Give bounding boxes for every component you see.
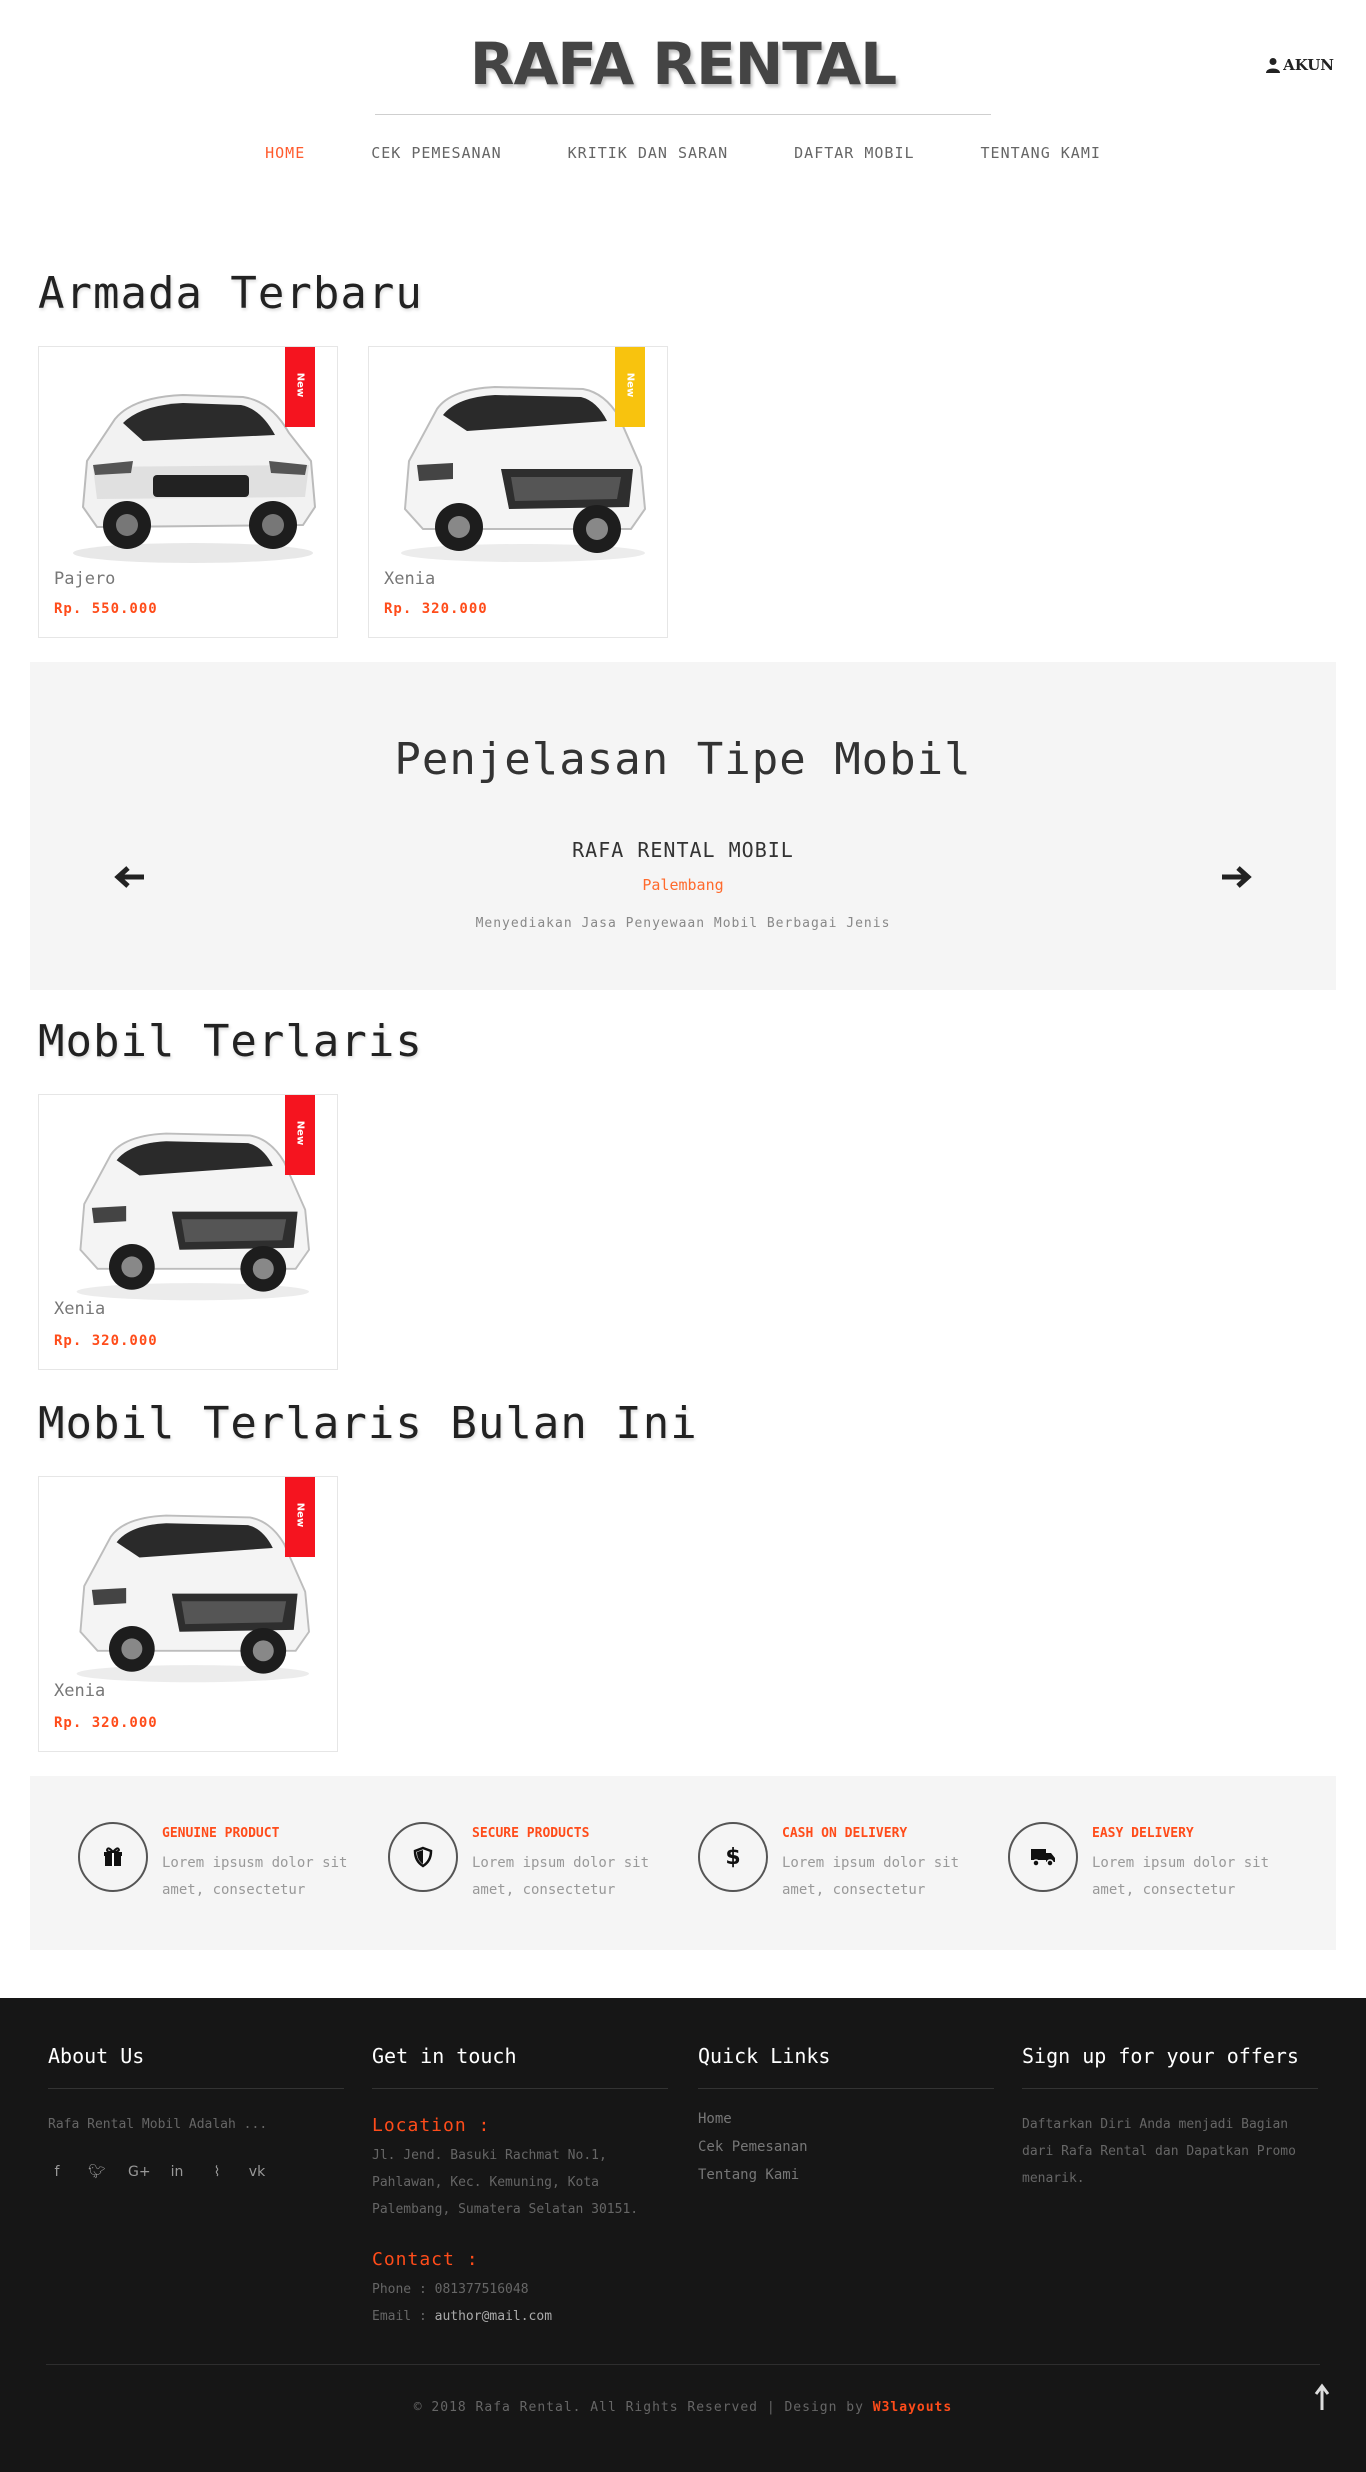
user-icon [1266, 58, 1281, 73]
footer-signup-title: Sign up for your offers [1022, 2044, 1318, 2089]
product-card-pajero[interactable]: New Pajero Rp. 550.000 [38, 346, 338, 638]
account-link[interactable]: AKUN [1265, 56, 1334, 74]
copyright-text: © 2018 Rafa Rental. All Rights Reserved … [413, 2400, 873, 2415]
facebook-icon[interactable]: f [48, 2164, 66, 2180]
footer-signup-text: Daftarkan Diri Anda menjadi Bagian dari … [1022, 2117, 1296, 2186]
social-links: f 🐦︎ G+ in ⌇ vk [48, 2164, 344, 2180]
site-brand[interactable]: RAFA RENTAL [0, 30, 1366, 98]
email-prefix: Email : [372, 2309, 435, 2324]
arrow-up-icon[interactable] [1312, 2382, 1332, 2412]
car-name: Xenia [54, 1299, 106, 1319]
site-footer: About Us Rafa Rental Mobil Adalah ... f … [0, 1998, 1366, 2472]
product-card-terlaris-bulan-xenia[interactable]: New Xenia Rp. 320.000 [38, 1476, 338, 1752]
copyright: © 2018 Rafa Rental. All Rights Reserved … [0, 2400, 1366, 2415]
footer-link-cek-pemesanan[interactable]: Cek Pemesanan [698, 2139, 994, 2155]
terlaris-bulan-title: Mobil Terlaris Bulan Ini [38, 1398, 698, 1449]
main-nav: HOME CEK PEMESANAN KRITIK DAN SARAN DAFT… [0, 144, 1366, 162]
new-badge: New [615, 347, 645, 427]
gift-icon [78, 1822, 148, 1892]
shield-icon [388, 1822, 458, 1892]
new-badge: New [285, 1477, 315, 1557]
phone-text: Phone : 081377516048 [372, 2282, 529, 2297]
site-header: RAFA RENTAL AKUN HOME CEK PEMESANAN KRIT… [0, 0, 1366, 190]
footer-contact: Get in touch Location : Jl. Jend. Basuki… [372, 2044, 668, 2330]
nav-home[interactable]: HOME [232, 144, 338, 162]
armada-title: Armada Terbaru [38, 268, 423, 319]
product-card-xenia[interactable]: New Xenia Rp. 320.000 [368, 346, 668, 638]
feature-delivery: EASY DELIVERY Lorem ipsum dolor sit amet… [1008, 1822, 1308, 1912]
feature-title: CASH ON DELIVERY [782, 1826, 908, 1841]
explain-location: Palembang [642, 876, 724, 894]
footer-links-title: Quick Links [698, 2044, 994, 2089]
designer-link[interactable]: W3layouts [873, 2400, 952, 2415]
footer-about-title: About Us [48, 2044, 344, 2089]
footer-signup: Sign up for your offers Daftarkan Diri A… [1022, 2044, 1318, 2192]
location-label: Location : [372, 2115, 491, 2136]
car-name: Xenia [54, 1681, 106, 1701]
rss-icon[interactable]: ⌇ [208, 2164, 226, 2180]
nav-tentang-kami[interactable]: TENTANG KAMI [948, 144, 1134, 162]
feature-genuine: GENUINE PRODUCT Lorem ipsusm dolor sit a… [78, 1822, 378, 1912]
footer-about: About Us Rafa Rental Mobil Adalah ... f … [48, 2044, 344, 2180]
car-price: Rp. 320.000 [384, 601, 488, 617]
product-card-terlaris-xenia[interactable]: New Xenia Rp. 320.000 [38, 1094, 338, 1370]
account-label: AKUN [1283, 56, 1334, 74]
explain-title: Penjelasan Tipe Mobil [394, 734, 972, 785]
car-price: Rp. 320.000 [54, 1715, 158, 1731]
terlaris-title: Mobil Terlaris [38, 1016, 423, 1067]
explain-name: RAFA RENTAL MOBIL [572, 838, 794, 862]
address-text: Jl. Jend. Basuki Rachmat No.1, Pahlawan,… [372, 2148, 639, 2217]
car-price: Rp. 320.000 [54, 1333, 158, 1349]
nav-kritik-saran[interactable]: KRITIK DAN SARAN [535, 144, 762, 162]
footer-link-tentang-kami[interactable]: Tentang Kami [698, 2167, 994, 2183]
car-name: Pajero [54, 569, 116, 589]
truck-icon [1008, 1822, 1078, 1892]
footer-divider [46, 2364, 1320, 2365]
linkedin-icon[interactable]: in [168, 2164, 186, 2180]
new-badge: New [285, 347, 315, 427]
google-plus-icon[interactable]: G+ [128, 2164, 151, 2180]
brand-divider [375, 114, 991, 115]
car-price: Rp. 550.000 [54, 601, 158, 617]
new-badge: New [285, 1095, 315, 1175]
arrow-right-icon[interactable] [1216, 862, 1256, 892]
type-explanation-slider: Penjelasan Tipe Mobil RAFA RENTAL MOBIL … [30, 662, 1336, 990]
features-strip: GENUINE PRODUCT Lorem ipsusm dolor sit a… [30, 1776, 1336, 1950]
footer-link-home[interactable]: Home [698, 2111, 994, 2127]
feature-text: Lorem ipsum dolor sit amet, consectetur [782, 1855, 960, 1898]
vk-icon[interactable]: vk [248, 2164, 266, 2180]
footer-links: Quick Links Home Cek Pemesanan Tentang K… [698, 2044, 994, 2183]
feature-text: Lorem ipsum dolor sit amet, consectetur [472, 1855, 650, 1898]
feature-title: EASY DELIVERY [1092, 1826, 1194, 1841]
explain-description: Menyediakan Jasa Penyewaan Mobil Berbaga… [475, 916, 891, 931]
contact-label: Contact : [372, 2249, 479, 2270]
feature-cod: $ CASH ON DELIVERY Lorem ipsum dolor sit… [698, 1822, 998, 1912]
email-link[interactable]: author@mail.com [435, 2309, 552, 2324]
car-name: Xenia [384, 569, 436, 589]
nav-daftar-mobil[interactable]: DAFTAR MOBIL [761, 144, 947, 162]
footer-contact-title: Get in touch [372, 2044, 668, 2089]
feature-title: SECURE PRODUCTS [472, 1826, 590, 1841]
footer-about-text: Rafa Rental Mobil Adalah ... [48, 2117, 268, 2132]
feature-secure: SECURE PRODUCTS Lorem ipsum dolor sit am… [388, 1822, 688, 1912]
nav-cek-pemesanan[interactable]: CEK PEMESANAN [338, 144, 534, 162]
dollar-icon: $ [698, 1822, 768, 1892]
twitter-icon[interactable]: 🐦︎ [88, 2164, 106, 2180]
feature-title: GENUINE PRODUCT [162, 1826, 280, 1841]
feature-text: Lorem ipsum dolor sit amet, consectetur [1092, 1855, 1270, 1898]
feature-text: Lorem ipsusm dolor sit amet, consectetur [162, 1855, 348, 1898]
